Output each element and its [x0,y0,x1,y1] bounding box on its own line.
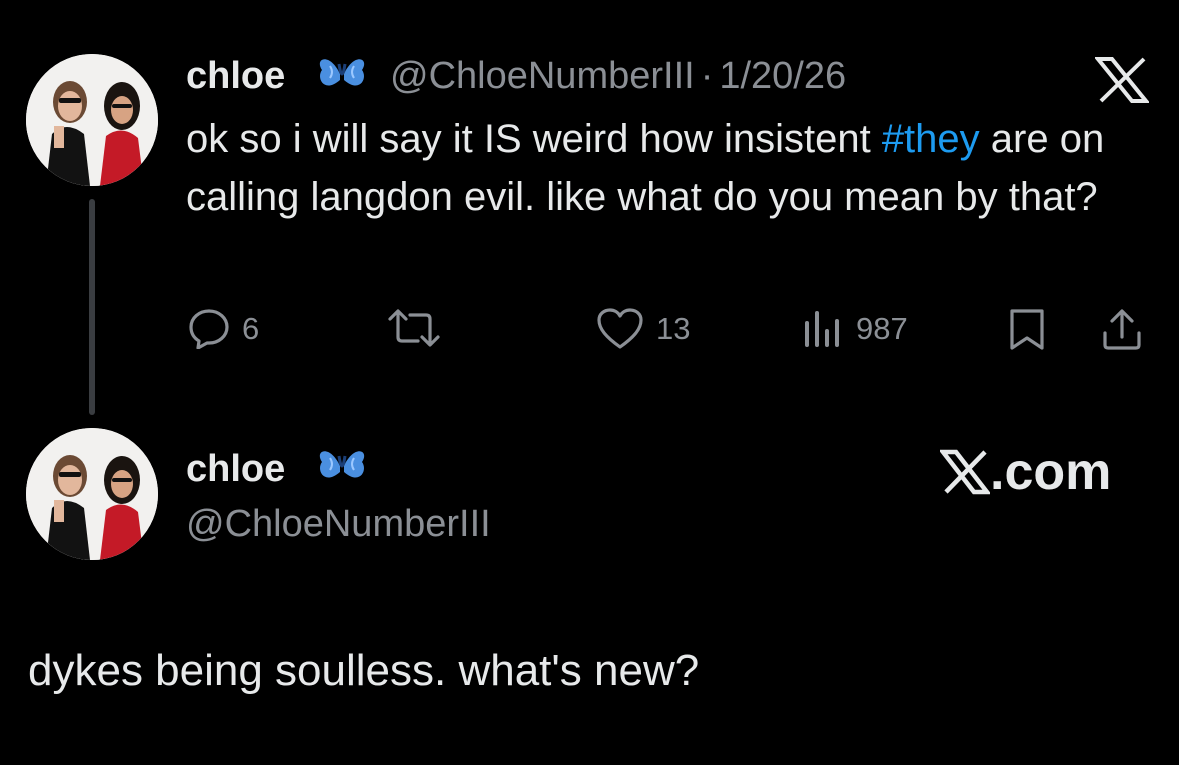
separator-dot: · [700,55,714,97]
heart-icon [597,308,643,349]
hashtag-link[interactable]: #they [882,117,980,161]
like-button[interactable]: 13 [596,307,690,349]
avatar[interactable] [26,54,158,186]
handle-and-date: @ChloeNumberIII · 1/20/26 [390,57,846,95]
avatar-photo [26,54,158,186]
view-count: 987 [856,310,908,346]
bookmark-icon[interactable] [1006,307,1048,351]
reply-count: 6 [242,310,260,346]
tweet-text: ok so i will say it IS weird how insiste… [186,110,1146,226]
views-button[interactable]: 987 [802,307,908,349]
butterfly-icon [319,59,365,86]
avatar-photo [26,428,158,560]
tweet-date[interactable]: 1/20/26 [719,55,846,97]
like-count: 13 [656,310,691,346]
profile-handle[interactable]: @ChloeNumberIII [186,505,491,543]
retweet-button[interactable] [386,307,454,349]
analytics-icon [805,311,839,347]
author-name[interactable]: chloe [186,57,285,95]
reply-text: dykes being soulless. what's new? [28,646,700,695]
author-handle[interactable]: @ChloeNumberIII [390,55,695,97]
x-com-label: .com [990,443,1112,501]
profile-name[interactable]: chloe [186,450,285,488]
retweet-icon [388,309,440,347]
x-logo-icon[interactable] [1095,57,1149,103]
butterfly-icon [319,451,365,478]
x-logo-icon [940,449,990,495]
reply-icon [189,309,229,349]
x-com-link[interactable]: .com [940,446,1111,498]
thread-connector-line [89,199,95,415]
tweet-text-part: ok so i will say it IS weird how insiste… [186,117,882,161]
avatar[interactable] [26,428,158,560]
share-icon[interactable] [1100,307,1144,351]
reply-button[interactable]: 6 [188,307,259,349]
